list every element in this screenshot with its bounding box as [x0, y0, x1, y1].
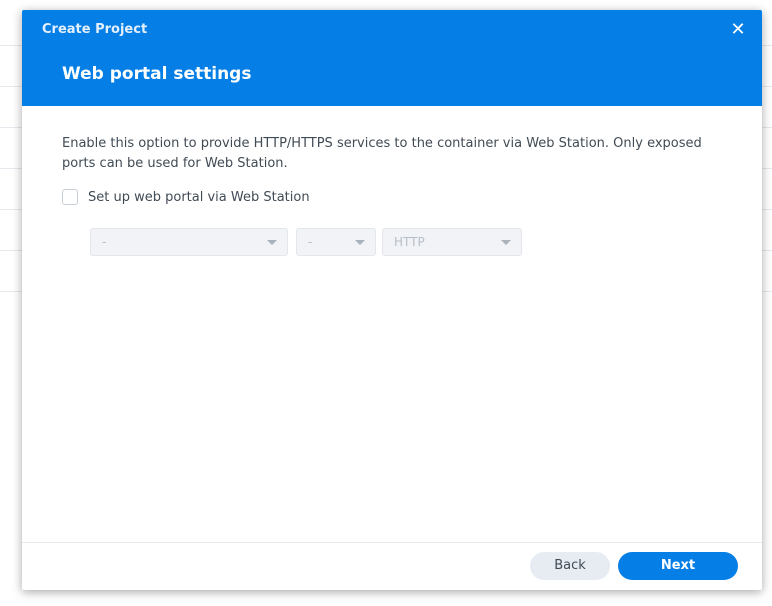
service-select-value: - [102, 235, 107, 249]
chevron-down-icon [501, 239, 511, 245]
window-title: Create Project [42, 22, 148, 37]
close-icon[interactable]: ✕ [728, 20, 748, 40]
step-title: Web portal settings [62, 64, 252, 84]
port-select[interactable]: - [296, 228, 376, 256]
dialog-content: Enable this option to provide HTTP/HTTPS… [62, 134, 732, 256]
next-button[interactable]: Next [618, 552, 738, 580]
web-portal-checkbox-label[interactable]: Set up web portal via Web Station [88, 190, 310, 205]
description-text: Enable this option to provide HTTP/HTTPS… [62, 136, 702, 171]
service-select[interactable]: - [90, 228, 288, 256]
chevron-down-icon [355, 239, 365, 245]
web-portal-checkbox-row[interactable]: Set up web portal via Web Station [62, 189, 310, 205]
chevron-down-icon [267, 239, 277, 245]
web-portal-checkbox[interactable] [62, 189, 78, 205]
port-select-value: - [308, 235, 313, 249]
back-button[interactable]: Back [530, 552, 610, 580]
create-project-dialog: Create Project ✕ Web portal settings Ena… [22, 10, 762, 590]
dialog-header: Create Project ✕ Web portal settings [22, 10, 762, 106]
protocol-select[interactable]: HTTP [382, 228, 522, 256]
dialog-footer: Back Next [22, 542, 762, 590]
protocol-select-value: HTTP [394, 235, 425, 249]
